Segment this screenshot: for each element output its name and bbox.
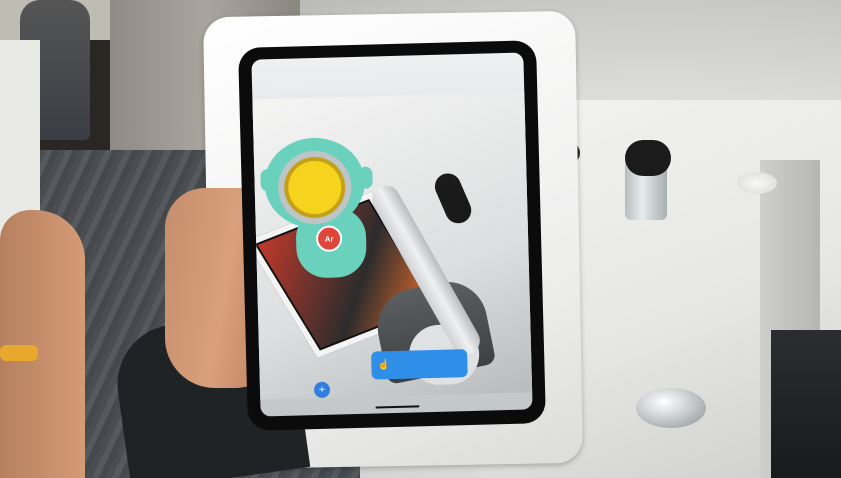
ar-badge-label: Ar: [324, 234, 334, 244]
photo-scene: Ar ☝ +: [0, 0, 841, 478]
stamp-device-cap: [625, 140, 671, 176]
hint-pill[interactable]: ☝: [371, 349, 468, 380]
hand-tap-icon: ☝: [377, 359, 391, 371]
wristband: [0, 345, 38, 361]
small-disc: [737, 172, 777, 194]
metal-disc: [636, 388, 706, 428]
dark-floor-right: [771, 330, 841, 478]
left-arm: [0, 210, 85, 478]
toolbar-title: [268, 76, 508, 82]
tablet-screen: Ar ☝ +: [251, 52, 533, 417]
